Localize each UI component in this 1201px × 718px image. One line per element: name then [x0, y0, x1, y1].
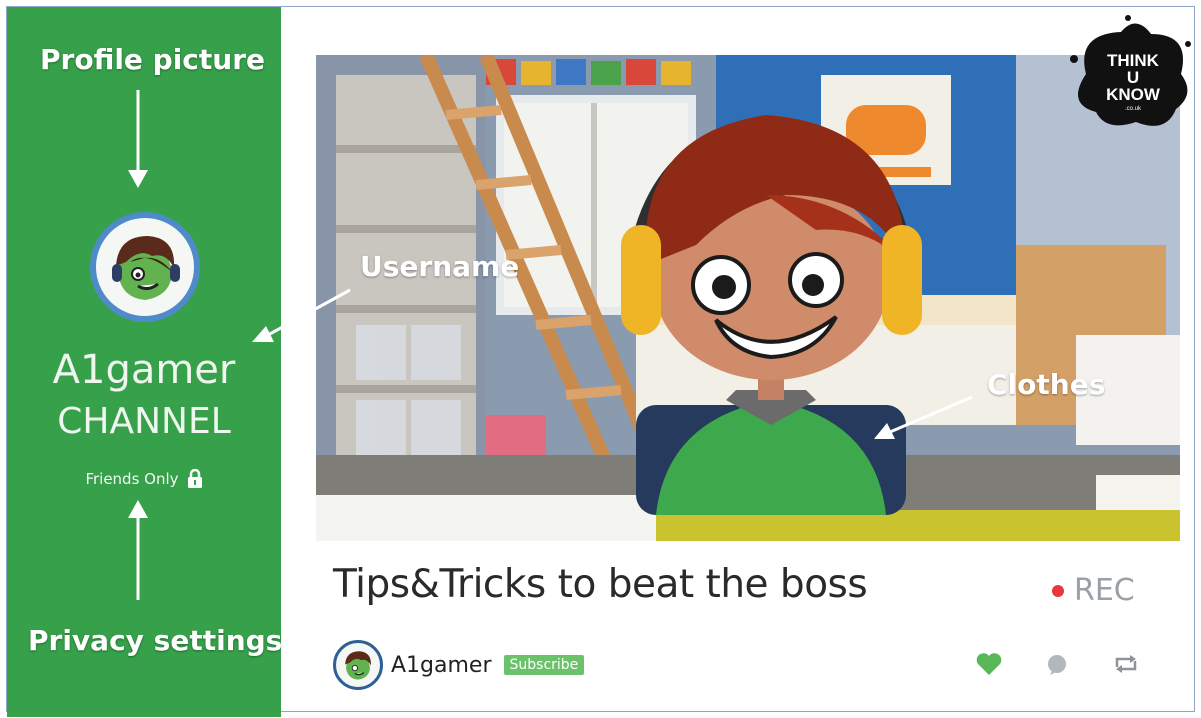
thinkuknow-logo-icon: THINK U KNOW .co.uk [1070, 15, 1191, 126]
owner-username[interactable]: A1gamer [391, 653, 492, 678]
video-title: Tips&Tricks to beat the boss [333, 562, 868, 607]
avatar-character-icon [345, 651, 371, 680]
comment-icon[interactable] [1046, 653, 1068, 675]
repost-icon[interactable] [1112, 653, 1140, 675]
owner-avatar[interactable] [333, 640, 383, 690]
logo-line4: .co.uk [1125, 106, 1142, 112]
rec-status: REC [1052, 573, 1135, 608]
rec-label: REC [1074, 573, 1135, 608]
heart-icon[interactable] [976, 652, 1002, 676]
annotation-arrows-video [252, 288, 973, 439]
rec-dot-icon [1052, 584, 1064, 597]
owner-row: A1gamer Subscribe [333, 640, 585, 690]
subscribe-button[interactable]: Subscribe [503, 655, 585, 675]
logo-line3: KNOW [1106, 85, 1161, 104]
action-bar [976, 652, 1140, 676]
